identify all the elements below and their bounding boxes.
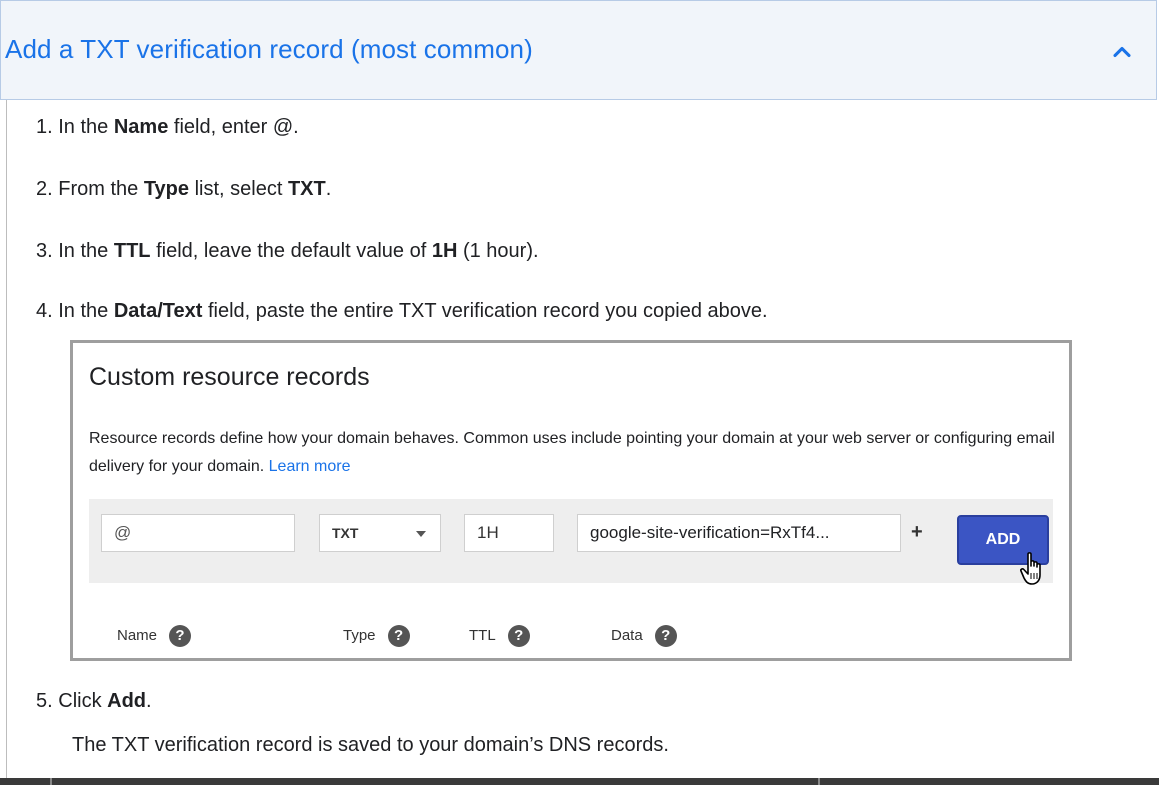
help-icon[interactable]: ? xyxy=(507,625,530,647)
bottom-border-bar xyxy=(0,778,1159,785)
step-5: 5. Click Add. xyxy=(36,690,152,712)
step-3: 3. In the TTL field, leave the default v… xyxy=(36,240,539,262)
custom-resource-records-panel: Custom resource records Resource records… xyxy=(70,340,1072,661)
step-4: 4. In the Data/Text field, paste the ent… xyxy=(36,300,768,322)
chevron-up-icon[interactable] xyxy=(1108,38,1136,66)
column-header-data: Data? xyxy=(611,625,677,647)
ttl-input[interactable]: 1H xyxy=(464,514,554,552)
step-1: 1. In the Name field, enter @. xyxy=(36,116,299,138)
divider xyxy=(818,778,820,785)
record-form-row: @ TXT 1H google-site-verification=RxTf4.… xyxy=(89,499,1053,585)
add-more-plus-icon[interactable]: + xyxy=(911,521,923,544)
panel-description: Resource records define how your domain … xyxy=(89,430,1055,475)
step-2: 2. From the Type list, select TXT. xyxy=(36,178,332,200)
column-header-ttl: TTL? xyxy=(469,625,530,647)
name-input[interactable]: @ xyxy=(101,514,295,552)
learn-more-link[interactable]: Learn more xyxy=(269,458,351,475)
accordion-header[interactable]: Add a TXT verification record (most comm… xyxy=(0,0,1157,100)
help-icon[interactable]: ? xyxy=(169,625,192,647)
data-input[interactable]: google-site-verification=RxTf4... xyxy=(577,514,901,552)
column-header-name: Name? xyxy=(117,625,192,647)
type-select[interactable]: TXT xyxy=(319,514,441,552)
divider xyxy=(50,778,52,785)
step-5-result-text: The TXT verification record is saved to … xyxy=(72,734,669,756)
panel-title: Custom resource records xyxy=(89,363,370,391)
column-header-type: Type? xyxy=(343,625,410,647)
hand-pointer-cursor-icon xyxy=(1020,552,1041,585)
help-icon[interactable]: ? xyxy=(654,625,677,647)
help-icon[interactable]: ? xyxy=(387,625,410,647)
type-select-value: TXT xyxy=(332,525,359,541)
dropdown-caret-icon xyxy=(416,531,426,537)
content-left-border xyxy=(6,100,7,780)
accordion-title[interactable]: Add a TXT verification record (most comm… xyxy=(5,34,533,65)
